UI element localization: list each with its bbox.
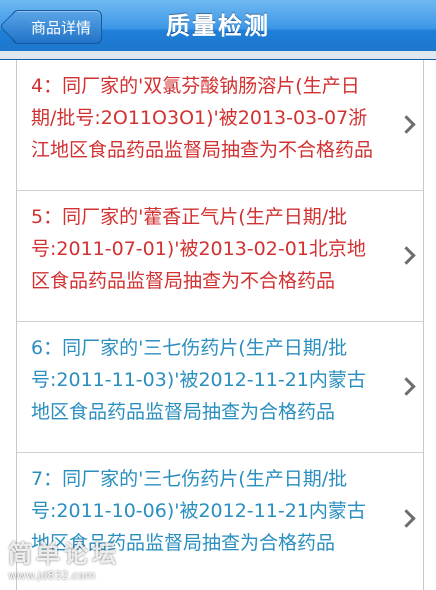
chevron-right-icon [397,246,416,265]
list-item-text: 6：同厂家的'三七伤药片(生产日期/批号:2011-11-03)'被2012-1… [31,337,366,423]
chevron-right-icon [397,508,416,528]
watermark-title: 简单论坛 [8,540,120,568]
navigation-bar: 商品详情 质量检测 [0,0,436,60]
chevron-right-icon [397,377,416,396]
back-button-label: 商品详情 [31,18,92,37]
list-item-text: 5：同厂家的'藿香正气片(生产日期/批号:2011-07-01)'被2013-0… [31,206,366,292]
list-item-text: 4：同厂家的'双氯芬酸钠肠溶片(生产日期/批号:2O11O3O1)'被2013-… [31,75,374,161]
list-item[interactable]: 5：同厂家的'藿香正气片(生产日期/批号:2011-07-01)'被2013-0… [17,191,423,322]
watermark: 简单论坛 www.jd832.com [8,534,120,582]
chevron-right-icon [397,115,416,134]
watermark-url: www.jd832.com [8,569,96,582]
list-item[interactable]: 6：同厂家的'三七伤药片(生产日期/批号:2011-11-03)'被2012-1… [17,322,423,453]
navbar-divider [0,51,436,59]
list-item[interactable]: 4：同厂家的'双氯芬酸钠肠溶片(生产日期/批号:2O11O3O1)'被2013-… [17,60,423,191]
inspection-list: 4：同厂家的'双氯芬酸钠肠溶片(生产日期/批号:2O11O3O1)'被2013-… [16,60,424,590]
